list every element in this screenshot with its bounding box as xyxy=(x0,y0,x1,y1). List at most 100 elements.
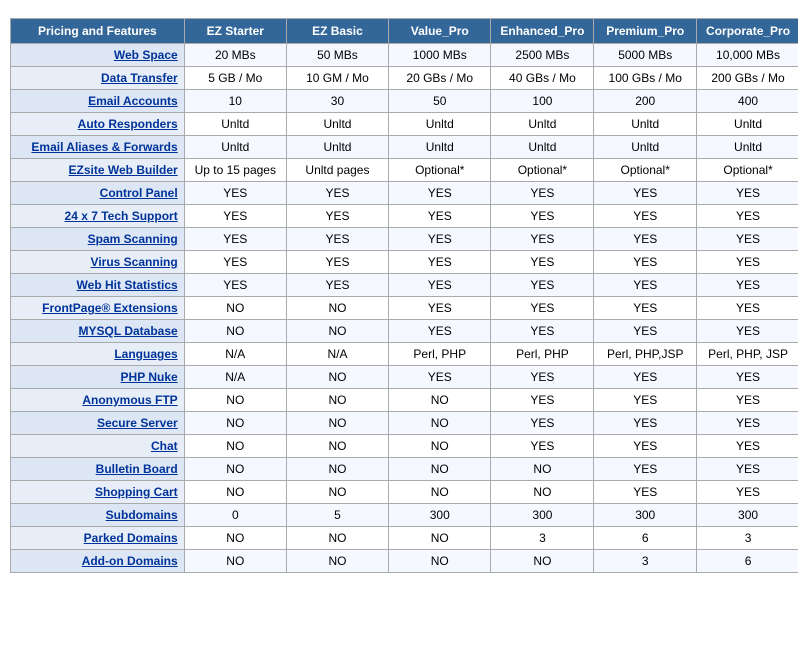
feature-link[interactable]: Control Panel xyxy=(100,186,178,200)
data-cell-1: 30 xyxy=(286,90,388,113)
feature-cell[interactable]: Email Aliases & Forwards xyxy=(11,136,185,159)
feature-cell[interactable]: Subdomains xyxy=(11,504,185,527)
feature-cell[interactable]: 24 x 7 Tech Support xyxy=(11,205,185,228)
feature-cell[interactable]: EZsite Web Builder xyxy=(11,159,185,182)
data-cell-2: Unltd xyxy=(389,113,491,136)
feature-cell[interactable]: Auto Responders xyxy=(11,113,185,136)
table-row: Virus ScanningYESYESYESYESYESYES xyxy=(11,251,798,274)
data-cell-0: YES xyxy=(184,274,286,297)
feature-link[interactable]: Languages xyxy=(114,347,177,361)
feature-link[interactable]: Anonymous FTP xyxy=(82,393,177,407)
data-cell-4: YES xyxy=(594,481,697,504)
table-row: Spam ScanningYESYESYESYESYESYES xyxy=(11,228,798,251)
data-cell-1: 50 MBs xyxy=(286,44,388,67)
table-row: Data Transfer5 GB / Mo10 GM / Mo20 GBs /… xyxy=(11,67,798,90)
data-cell-3: Optional* xyxy=(491,159,594,182)
feature-cell[interactable]: Languages xyxy=(11,343,185,366)
feature-link[interactable]: Add-on Domains xyxy=(82,554,178,568)
feature-link[interactable]: Chat xyxy=(151,439,178,453)
data-cell-4: 200 xyxy=(594,90,697,113)
feature-link[interactable]: MYSQL Database xyxy=(79,324,178,338)
feature-cell[interactable]: Web Hit Statistics xyxy=(11,274,185,297)
data-cell-1: NO xyxy=(286,550,388,573)
data-cell-2: NO xyxy=(389,435,491,458)
feature-cell[interactable]: Control Panel xyxy=(11,182,185,205)
feature-link[interactable]: Shopping Cart xyxy=(95,485,178,499)
table-row: Subdomains05300300300300 xyxy=(11,504,798,527)
data-cell-1: YES xyxy=(286,274,388,297)
data-cell-0: YES xyxy=(184,251,286,274)
data-cell-2: NO xyxy=(389,389,491,412)
data-cell-5: YES xyxy=(697,297,798,320)
feature-link[interactable]: 24 x 7 Tech Support xyxy=(65,209,178,223)
feature-link[interactable]: Auto Responders xyxy=(78,117,178,131)
feature-cell[interactable]: Secure Server xyxy=(11,412,185,435)
feature-cell[interactable]: Chat xyxy=(11,435,185,458)
feature-cell[interactable]: FrontPage® Extensions xyxy=(11,297,185,320)
feature-link[interactable]: Email Accounts xyxy=(88,94,178,108)
feature-cell[interactable]: Data Transfer xyxy=(11,67,185,90)
table-row: Auto RespondersUnltdUnltdUnltdUnltdUnltd… xyxy=(11,113,798,136)
table-row: Web Hit StatisticsYESYESYESYESYESYES xyxy=(11,274,798,297)
data-cell-0: N/A xyxy=(184,366,286,389)
data-cell-1: NO xyxy=(286,527,388,550)
feature-cell[interactable]: Parked Domains xyxy=(11,527,185,550)
data-cell-1: NO xyxy=(286,435,388,458)
data-cell-3: YES xyxy=(491,251,594,274)
column-header-1: EZ Starter xyxy=(184,19,286,44)
data-cell-4: 6 xyxy=(594,527,697,550)
data-cell-5: Perl, PHP, JSP xyxy=(697,343,798,366)
feature-cell[interactable]: MYSQL Database xyxy=(11,320,185,343)
data-cell-5: Unltd xyxy=(697,113,798,136)
data-cell-0: 20 MBs xyxy=(184,44,286,67)
data-cell-2: YES xyxy=(389,366,491,389)
data-cell-0: NO xyxy=(184,320,286,343)
feature-cell[interactable]: Spam Scanning xyxy=(11,228,185,251)
feature-cell[interactable]: Add-on Domains xyxy=(11,550,185,573)
feature-link[interactable]: Spam Scanning xyxy=(88,232,178,246)
data-cell-3: YES xyxy=(491,320,594,343)
data-cell-5: Optional* xyxy=(697,159,798,182)
table-row: FrontPage® ExtensionsNONOYESYESYESYES xyxy=(11,297,798,320)
data-cell-5: YES xyxy=(697,274,798,297)
data-cell-2: NO xyxy=(389,527,491,550)
data-cell-3: YES xyxy=(491,182,594,205)
table-row: Email Accounts103050100200400 xyxy=(11,90,798,113)
data-cell-4: YES xyxy=(594,412,697,435)
feature-link[interactable]: FrontPage® Extensions xyxy=(42,301,178,315)
data-cell-3: YES xyxy=(491,366,594,389)
data-cell-2: NO xyxy=(389,550,491,573)
data-cell-5: 200 GBs / Mo xyxy=(697,67,798,90)
feature-link[interactable]: Parked Domains xyxy=(84,531,178,545)
feature-link[interactable]: Web Hit Statistics xyxy=(77,278,178,292)
feature-cell[interactable]: Virus Scanning xyxy=(11,251,185,274)
data-cell-2: 300 xyxy=(389,504,491,527)
data-cell-1: NO xyxy=(286,458,388,481)
feature-link[interactable]: Email Aliases & Forwards xyxy=(31,140,177,154)
feature-link[interactable]: EZsite Web Builder xyxy=(69,163,178,177)
feature-link[interactable]: PHP Nuke xyxy=(121,370,178,384)
data-cell-2: Optional* xyxy=(389,159,491,182)
data-cell-1: YES xyxy=(286,251,388,274)
data-cell-3: YES xyxy=(491,205,594,228)
data-cell-3: YES xyxy=(491,274,594,297)
feature-link[interactable]: Secure Server xyxy=(97,416,178,430)
data-cell-4: YES xyxy=(594,205,697,228)
feature-link[interactable]: Web Space xyxy=(114,48,178,62)
data-cell-5: 400 xyxy=(697,90,798,113)
feature-cell[interactable]: Web Space xyxy=(11,44,185,67)
feature-cell[interactable]: Shopping Cart xyxy=(11,481,185,504)
feature-cell[interactable]: Email Accounts xyxy=(11,90,185,113)
feature-cell[interactable]: Bulletin Board xyxy=(11,458,185,481)
feature-link[interactable]: Data Transfer xyxy=(101,71,178,85)
feature-cell[interactable]: Anonymous FTP xyxy=(11,389,185,412)
data-cell-4: YES xyxy=(594,458,697,481)
feature-link[interactable]: Virus Scanning xyxy=(91,255,178,269)
feature-link[interactable]: Bulletin Board xyxy=(96,462,178,476)
data-cell-2: Unltd xyxy=(389,136,491,159)
feature-cell[interactable]: PHP Nuke xyxy=(11,366,185,389)
data-cell-3: YES xyxy=(491,389,594,412)
feature-link[interactable]: Subdomains xyxy=(106,508,178,522)
data-cell-3: 2500 MBs xyxy=(491,44,594,67)
data-cell-3: 3 xyxy=(491,527,594,550)
